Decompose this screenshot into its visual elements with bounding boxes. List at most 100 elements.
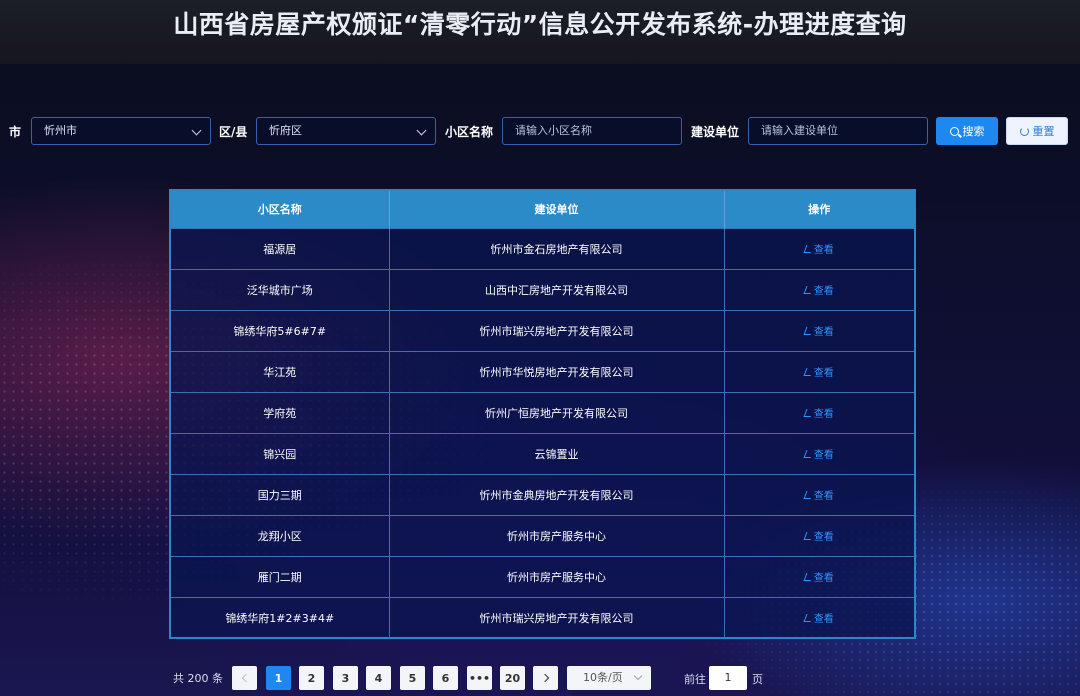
cell-community-name: 福源居 (171, 228, 390, 269)
page-button[interactable]: 5 (400, 666, 425, 690)
pagination: 共 200 条 1 2 3 4 5 6 ••• 20 10条/页 前往 1 页 (0, 666, 1080, 690)
city-select-value: 忻州市 (44, 124, 77, 137)
cell-community-name: 泛华城市广场 (171, 269, 390, 310)
reset-button-label: 重置 (1032, 125, 1055, 138)
table-row: 锦绣华府1#2#3#4# 忻州市瑞兴房地产开发有限公司 查看 (171, 597, 914, 638)
search-button-label: 搜索 (962, 125, 985, 138)
view-link-label: 查看 (813, 491, 834, 502)
table-row: 锦兴园 云锦置业 查看 (171, 433, 914, 474)
community-input[interactable]: 请输入小区名称 (502, 117, 682, 145)
total-count: 共 200 条 (173, 672, 223, 685)
view-link[interactable]: 查看 (803, 405, 834, 420)
district-select[interactable]: 忻府区 (256, 117, 436, 145)
page-button[interactable]: 1 (266, 666, 291, 690)
view-link[interactable]: 查看 (803, 282, 834, 297)
table-header-row: 小区名称 建设单位 操作 (171, 191, 914, 228)
chevron-down-icon (191, 125, 202, 136)
cell-action: 查看 (724, 556, 914, 597)
page-button[interactable]: 3 (333, 666, 358, 690)
edit-icon (803, 613, 814, 622)
refresh-icon (1019, 126, 1029, 136)
table-row: 福源居 忻州市金石房地产有限公司 查看 (171, 228, 914, 269)
view-link-label: 查看 (813, 450, 834, 461)
page-title: 山西省房屋产权颁证“清零行动”信息公开发布系统-办理进度查询 (173, 10, 907, 39)
page-button[interactable]: 4 (366, 666, 391, 690)
cell-community-name: 雁门二期 (171, 556, 390, 597)
view-link-label: 查看 (813, 327, 834, 338)
page-ellipsis-button[interactable]: ••• (467, 666, 492, 690)
view-link[interactable]: 查看 (803, 323, 834, 338)
cell-builder: 忻州市房产服务中心 (389, 556, 725, 597)
community-label: 小区名称 (445, 125, 494, 139)
edit-icon (803, 531, 814, 540)
edit-icon (803, 572, 814, 581)
city-select[interactable]: 忻州市 (31, 117, 211, 145)
cell-action: 查看 (724, 310, 914, 351)
table-row: 龙翔小区 忻州市房产服务中心 查看 (171, 515, 914, 556)
cell-action: 查看 (724, 515, 914, 556)
chevron-down-icon (633, 671, 643, 681)
cell-builder: 忻州市金典房地产开发有限公司 (389, 474, 725, 515)
search-button[interactable]: 搜索 (936, 117, 998, 145)
cell-action: 查看 (724, 269, 914, 310)
builder-placeholder: 请输入建设单位 (761, 124, 838, 137)
goto-prefix: 前往 (684, 673, 706, 686)
edit-icon (803, 244, 814, 253)
cell-action: 查看 (724, 351, 914, 392)
view-link-label: 查看 (813, 368, 834, 379)
view-link[interactable]: 查看 (803, 241, 834, 256)
filter-bar: 市 忻州市 区/县 忻府区 小区名称 请输入小区名称 建设单位 请输入建设单位 … (0, 117, 1080, 145)
view-link[interactable]: 查看 (803, 364, 834, 379)
community-placeholder: 请输入小区名称 (515, 124, 592, 137)
district-label: 区/县 (219, 125, 248, 139)
page-button[interactable]: 20 (500, 666, 525, 690)
goto-suffix: 页 (752, 673, 763, 686)
page-button[interactable]: 2 (299, 666, 324, 690)
view-link-label: 查看 (813, 573, 834, 584)
view-link[interactable]: 查看 (803, 569, 834, 584)
cell-action: 查看 (724, 392, 914, 433)
edit-icon (803, 408, 814, 417)
column-header-builder: 建设单位 (389, 191, 725, 228)
next-page-button[interactable] (533, 666, 558, 690)
table-row: 国力三期 忻州市金典房地产开发有限公司 查看 (171, 474, 914, 515)
edit-icon (803, 490, 814, 499)
view-link[interactable]: 查看 (803, 610, 834, 626)
cell-builder: 忻州市瑞兴房地产开发有限公司 (389, 310, 725, 351)
view-link-label: 查看 (813, 409, 834, 420)
view-link[interactable]: 查看 (803, 446, 834, 461)
cell-builder: 忻州广恒房地产开发有限公司 (389, 392, 725, 433)
view-link-label: 查看 (813, 614, 834, 626)
goto-page-input[interactable]: 1 (709, 666, 747, 690)
view-link[interactable]: 查看 (803, 487, 834, 502)
cell-builder: 忻州市金石房地产有限公司 (389, 228, 725, 269)
cell-action: 查看 (724, 433, 914, 474)
chevron-right-icon (540, 673, 549, 683)
page-size-select[interactable]: 10条/页 (567, 666, 651, 690)
view-link-label: 查看 (813, 532, 834, 543)
table-row: 学府苑 忻州广恒房地产开发有限公司 查看 (171, 392, 914, 433)
cell-action: 查看 (724, 597, 914, 638)
cell-builder: 忻州市华悦房地产开发有限公司 (389, 351, 725, 392)
column-header-community: 小区名称 (171, 191, 390, 228)
chevron-left-icon (241, 673, 250, 683)
cell-community-name: 锦绣华府1#2#3#4# (171, 597, 390, 638)
edit-icon (803, 367, 814, 376)
column-header-action: 操作 (808, 203, 831, 217)
edit-icon (803, 285, 814, 294)
chevron-down-icon (416, 125, 427, 136)
prev-page-button[interactable] (232, 666, 257, 690)
cell-action: 查看 (724, 474, 914, 515)
cell-builder: 云锦置业 (389, 433, 725, 474)
table-body: 福源居 忻州市金石房地产有限公司 查看 泛华城市广场 山西中汇房地产开发有限公司 查看 锦绣… (171, 228, 914, 638)
page-button[interactable]: 6 (433, 666, 458, 690)
builder-label: 建设单位 (691, 125, 740, 139)
cell-community-name: 华江苑 (171, 351, 390, 392)
view-link[interactable]: 查看 (803, 528, 834, 543)
search-icon (949, 126, 959, 136)
table-row: 华江苑 忻州市华悦房地产开发有限公司 查看 (171, 351, 914, 392)
table-row: 锦绣华府5#6#7# 忻州市瑞兴房地产开发有限公司 查看 (171, 310, 914, 351)
reset-button[interactable]: 重置 (1006, 117, 1068, 145)
edit-icon (803, 449, 814, 458)
builder-input[interactable]: 请输入建设单位 (748, 117, 928, 145)
